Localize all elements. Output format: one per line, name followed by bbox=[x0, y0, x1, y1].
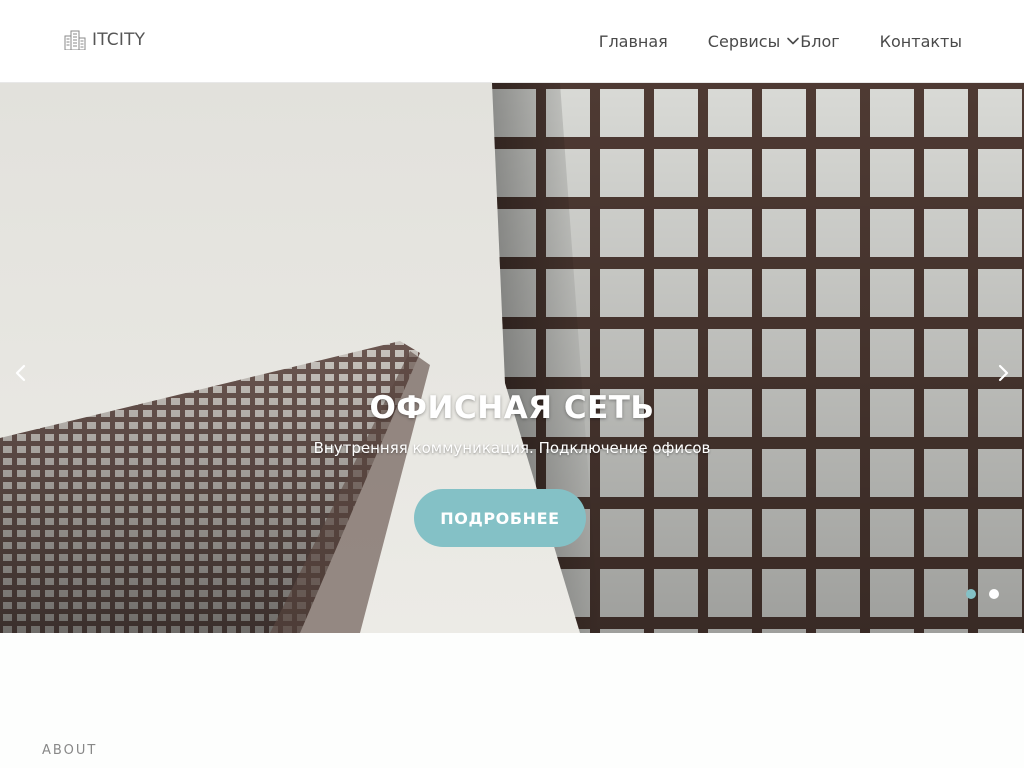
about-label: ABOUT bbox=[42, 743, 98, 758]
nav-item-home[interactable]: Главная bbox=[599, 32, 668, 51]
slide-title: ОФИСНАЯ СЕТЬ bbox=[369, 390, 655, 426]
more-button[interactable]: ПОДРОБНЕЕ bbox=[414, 489, 586, 547]
chevron-right-icon[interactable] bbox=[993, 363, 1013, 383]
about-section: ABOUT bbox=[0, 633, 1024, 768]
chevron-left-icon[interactable] bbox=[11, 363, 31, 383]
hero-slider: ОФИСНАЯ СЕТЬ Внутренняя коммуникация. По… bbox=[0, 83, 1024, 633]
slider-dot-2[interactable] bbox=[989, 589, 999, 599]
building-icon bbox=[64, 30, 86, 50]
slider-dots bbox=[966, 589, 999, 599]
nav-item-blog[interactable]: Блог bbox=[786, 32, 839, 51]
site-logo[interactable]: ITCITY bbox=[64, 28, 145, 52]
slide-background-image bbox=[0, 83, 1024, 633]
logo-text: ITCITY bbox=[92, 30, 146, 50]
slide-caption: ОФИСНАЯ СЕТЬ Внутренняя коммуникация. По… bbox=[0, 383, 1024, 457]
main-nav: Главная Сервисы Блог Контакты bbox=[599, 0, 962, 82]
site-header: ITCITY Главная Сервисы Блог Контакты bbox=[0, 0, 1024, 83]
nav-item-contacts[interactable]: Контакты bbox=[880, 32, 962, 51]
nav-item-services-label: Сервисы bbox=[707, 31, 781, 51]
slide-subtitle: Внутренняя коммуникация. Подключение офи… bbox=[313, 439, 711, 457]
slider-dot-1[interactable] bbox=[966, 589, 976, 599]
